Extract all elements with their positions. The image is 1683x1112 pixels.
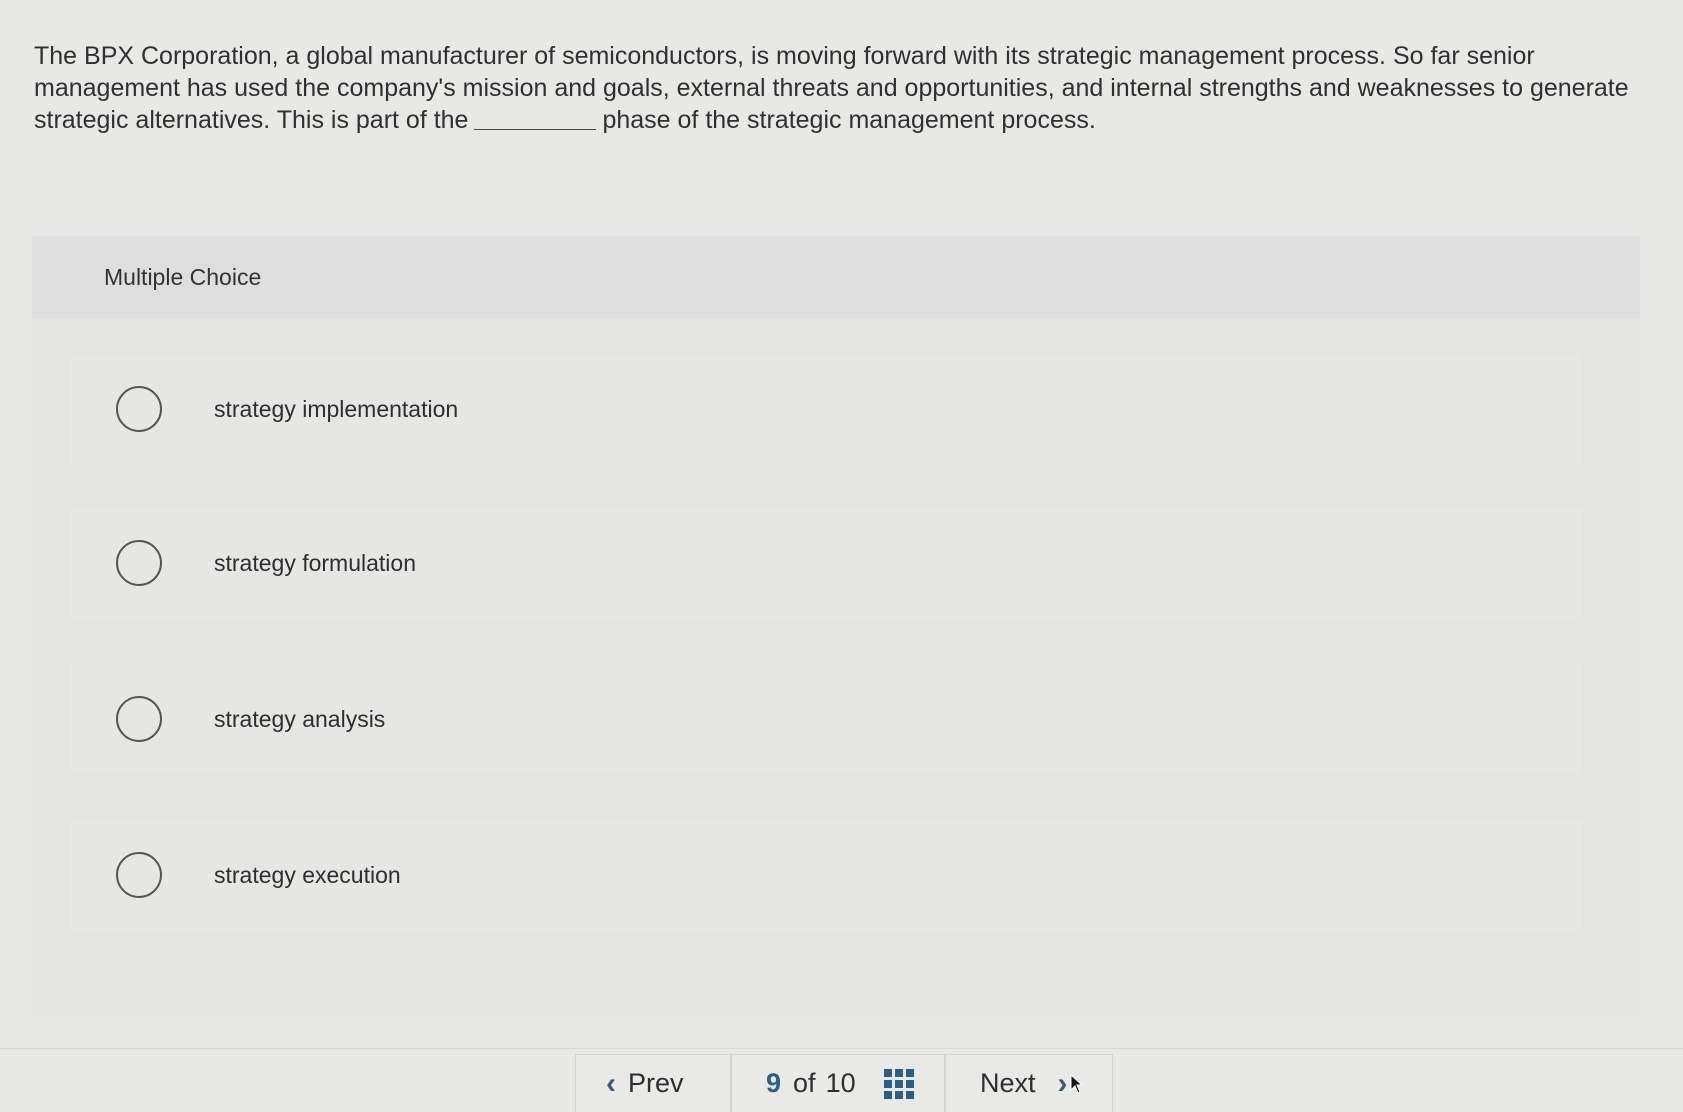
current-question-number: 9 bbox=[766, 1068, 782, 1098]
multiple-choice-panel: Multiple Choice strategy implementation … bbox=[32, 236, 1640, 1016]
of-label: of bbox=[793, 1068, 816, 1098]
option-label: strategy formulation bbox=[214, 549, 416, 576]
total-questions: 10 bbox=[825, 1068, 856, 1098]
answer-blank bbox=[474, 129, 597, 130]
grid-icon[interactable] bbox=[883, 1068, 914, 1099]
radio-button[interactable] bbox=[116, 540, 162, 586]
option-label: strategy implementation bbox=[214, 395, 459, 422]
option-strategy-formulation[interactable]: strategy formulation bbox=[70, 508, 1582, 618]
chevron-left-icon: ‹ bbox=[606, 1066, 616, 1100]
multiple-choice-header: Multiple Choice bbox=[32, 236, 1640, 318]
prev-label: Prev bbox=[628, 1068, 684, 1098]
radio-button[interactable] bbox=[116, 852, 162, 898]
question-counter[interactable]: 9 of 10 bbox=[731, 1054, 945, 1112]
chevron-right-icon: › bbox=[1057, 1066, 1068, 1100]
next-label: Next bbox=[980, 1068, 1036, 1098]
question-navigation: ‹ Prev 9 of 10 Next › bbox=[575, 1054, 1113, 1112]
option-label: strategy analysis bbox=[214, 705, 386, 732]
radio-button[interactable] bbox=[116, 386, 162, 432]
option-label: strategy execution bbox=[214, 861, 401, 888]
footer-divider bbox=[0, 1048, 1683, 1049]
question-text: The BPX Corporation, a global manufactur… bbox=[34, 40, 1634, 136]
option-strategy-implementation[interactable]: strategy implementation bbox=[70, 354, 1582, 464]
radio-button[interactable] bbox=[116, 696, 162, 742]
mouse-cursor-icon bbox=[1070, 1073, 1083, 1094]
next-button[interactable]: Next › bbox=[945, 1054, 1113, 1112]
option-strategy-execution[interactable]: strategy execution bbox=[70, 820, 1582, 930]
option-strategy-analysis[interactable]: strategy analysis bbox=[70, 664, 1582, 774]
prev-button[interactable]: ‹ Prev bbox=[575, 1054, 731, 1112]
question-text-after: phase of the strategic management proces… bbox=[602, 106, 1096, 134]
